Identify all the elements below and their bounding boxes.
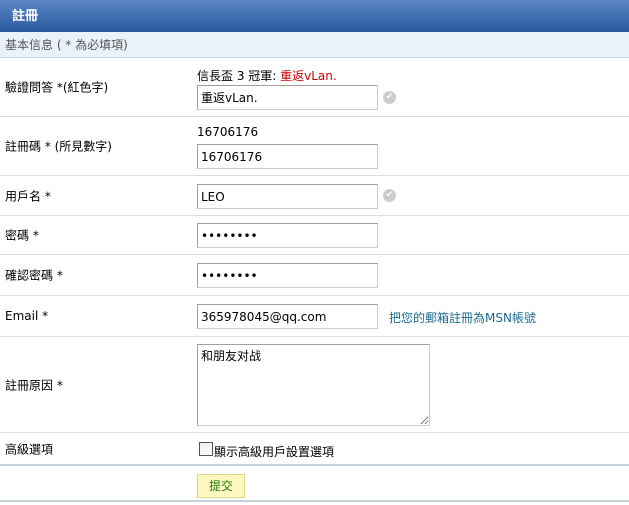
reason-row: 註冊原因 * 和朋友对战 (0, 337, 629, 433)
question-text: 信長盃 3 冠軍: (197, 69, 281, 83)
confirm-password-input[interactable] (197, 263, 378, 288)
password-input[interactable] (197, 223, 378, 248)
advanced-row: 高級選項 顯示高級用戶設置選項 (0, 433, 629, 466)
confirm-password-label: 確認密碼 * (5, 268, 63, 283)
section-title: 基本信息 ( * 為必填項) (0, 32, 629, 58)
email-input[interactable] (197, 304, 378, 329)
captcha-row: 驗證問答 *(紅色字) 信長盃 3 冠軍: 重返vLan. ✔ (0, 58, 629, 117)
advanced-checkbox-label[interactable]: 顯示高級用戶設置選項 (214, 443, 334, 460)
bottom-divider (0, 500, 629, 502)
check-icon: ✔ (383, 189, 396, 202)
advanced-checkbox[interactable] (199, 442, 213, 456)
username-label: 用戶名 * (5, 189, 51, 203)
captcha-question: 信長盃 3 冠軍: 重返vLan. (197, 67, 337, 84)
password-label: 密碼 * (5, 228, 39, 243)
reason-textarea[interactable]: 和朋友对战 (197, 344, 430, 426)
submit-button[interactable]: 提交 (197, 474, 245, 498)
regcode-label: 註冊碼 * (所見數字) (5, 139, 112, 154)
captcha-label: 驗證問答 *(紅色字) (5, 80, 109, 95)
confirm-row: 確認密碼 * (0, 255, 629, 296)
username-input[interactable] (197, 184, 378, 209)
question-answer-hint: 重返vLan. (280, 69, 337, 83)
regcode-row: 註冊碼 * (所見數字) 16706176 (0, 117, 629, 176)
regcode-input[interactable] (197, 144, 378, 169)
email-label: Email * (5, 309, 49, 323)
username-row: 用戶名 * ✔ (0, 176, 629, 216)
advanced-label: 高級選項 (5, 442, 54, 456)
reason-label: 註冊原因 * (5, 378, 63, 392)
password-row: 密碼 * (0, 216, 629, 255)
captcha-input[interactable] (197, 85, 378, 110)
email-row: Email * 把您的郵箱註冊為MSN帳號 (0, 296, 629, 337)
msn-register-link[interactable]: 把您的郵箱註冊為MSN帳號 (389, 309, 536, 326)
check-icon: ✔ (383, 91, 396, 104)
panel-header: 註冊 (0, 0, 629, 32)
regcode-display: 16706176 (197, 125, 259, 139)
